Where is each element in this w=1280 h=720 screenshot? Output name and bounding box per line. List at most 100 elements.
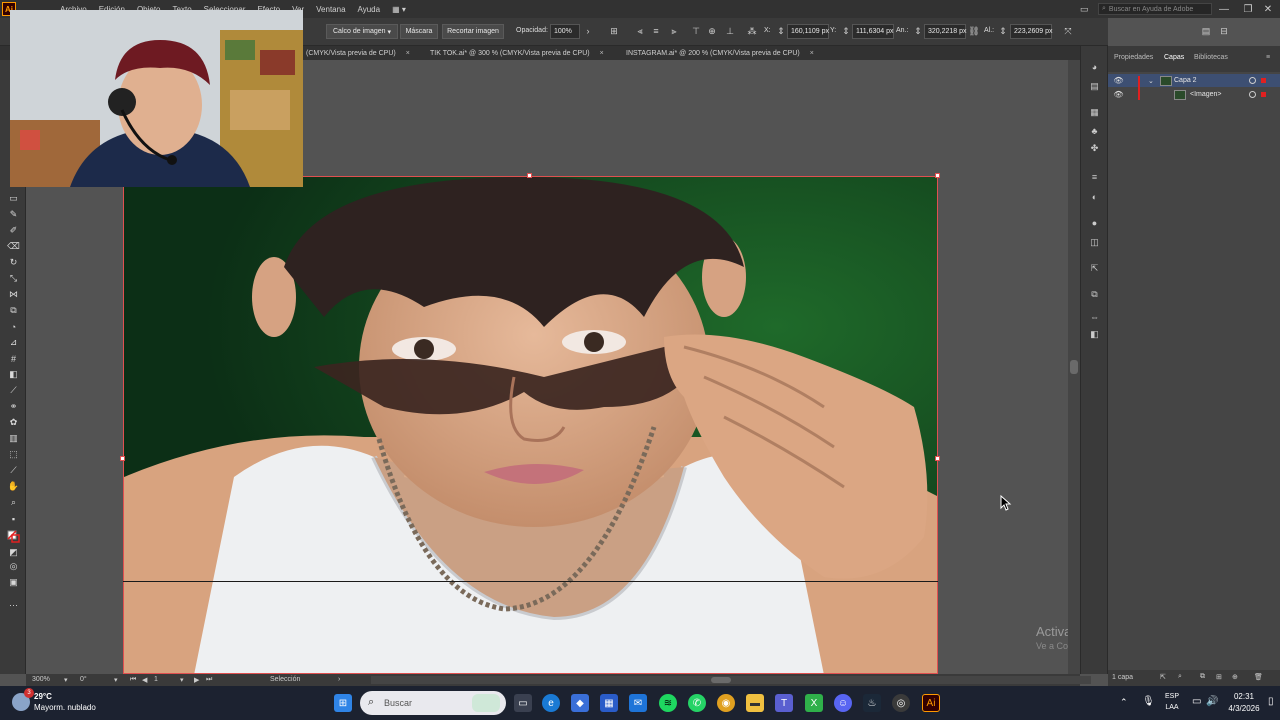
align-to-icon[interactable]: ⊞	[608, 25, 620, 37]
tab-capas[interactable]: Capas	[1164, 54, 1184, 61]
volume-icon[interactable]: 🔊	[1206, 696, 1218, 707]
artboard-dropdown-icon[interactable]: ▾	[180, 676, 184, 684]
edge-icon[interactable]: e	[542, 694, 560, 712]
height-field[interactable]: 223,2609 px	[1010, 24, 1053, 39]
graphic-styles-icon[interactable]: ◫	[1088, 236, 1101, 249]
zoom-level-field[interactable]: 300%	[32, 676, 50, 683]
align-bottom-icon[interactable]: ⊥	[724, 25, 736, 37]
transform-icon[interactable]: ⤧	[1062, 25, 1074, 37]
x-stepper-icon[interactable]: ⇕	[775, 25, 787, 37]
width-field[interactable]: 320,2218 px	[924, 24, 967, 39]
obs-icon[interactable]: ◎	[892, 694, 910, 712]
layer-name[interactable]: Capa 2	[1174, 77, 1197, 84]
brushes-icon[interactable]: ♣	[1088, 124, 1101, 137]
windows-start-icon[interactable]: ⊞	[334, 694, 352, 712]
chevron-right-icon[interactable]: ›	[582, 25, 594, 37]
symbol-sprayer-tool-icon[interactable]: ✿	[7, 416, 20, 429]
tab-bibliotecas[interactable]: Bibliotecas	[1194, 54, 1228, 61]
workspace-switcher-icon[interactable]: ▦ ▾	[386, 5, 412, 14]
horizontal-scroll-thumb[interactable]	[711, 677, 731, 683]
paintbrush-tool-icon[interactable]: ✎	[7, 208, 20, 221]
next-artboard-icon[interactable]: ▶	[194, 676, 199, 684]
taskbar-search[interactable]: ⌕ Buscar	[360, 691, 506, 715]
column-graph-tool-icon[interactable]: ▥	[7, 432, 20, 445]
opacity-field[interactable]: 100%	[550, 24, 580, 39]
placed-photo[interactable]	[124, 177, 938, 674]
sublayer-target-icon[interactable]	[1249, 91, 1256, 98]
libraries-icon[interactable]: ▦	[1088, 106, 1101, 119]
spotify-icon[interactable]: ≋	[659, 694, 677, 712]
discord-icon[interactable]: ☺	[834, 694, 852, 712]
scale-tool-icon[interactable]: ⤡	[7, 272, 20, 285]
bounding-handle-left[interactable]	[120, 456, 125, 461]
bounding-handle-right[interactable]	[935, 456, 940, 461]
rotation-dropdown-icon[interactable]: ▾	[114, 676, 118, 684]
stroke-icon[interactable]: ≡	[1088, 170, 1101, 183]
weather-widget[interactable]: 3 29°C Mayorm. nublado	[10, 688, 120, 716]
default-colors-icon[interactable]: ▪	[7, 512, 20, 525]
constrain-proportions-icon[interactable]: ⛓	[968, 25, 980, 37]
expand-layer-icon[interactable]: ⌄	[1148, 77, 1154, 85]
notifications-icon[interactable]: ▯	[1268, 696, 1274, 707]
copilot-icon[interactable]: ◆	[571, 694, 589, 712]
free-transform-tool-icon[interactable]: ⧉	[7, 304, 20, 317]
export-icon[interactable]: ⇱	[1088, 262, 1101, 275]
bounding-handle-top-right[interactable]	[935, 173, 940, 178]
slice-tool-icon[interactable]: ⟋	[7, 464, 20, 477]
hand-tool-icon[interactable]: ✋	[7, 480, 20, 493]
zoom-dropdown-icon[interactable]: ▾	[64, 676, 68, 684]
status-menu-icon[interactable]: ›	[338, 676, 340, 683]
clipping-mask-icon[interactable]: ⧉	[1200, 673, 1205, 681]
align-top-icon[interactable]: ⊤	[690, 25, 702, 37]
close-tab-icon[interactable]: ×	[600, 50, 604, 57]
fill-stroke-icon[interactable]	[7, 530, 20, 543]
close-tab-icon[interactable]: ×	[810, 50, 814, 57]
layer-row[interactable]: 👁 ⌄ Capa 2	[1108, 74, 1280, 100]
y-position-field[interactable]: 111,6304 px	[852, 24, 894, 39]
layer-target-icon[interactable]	[1249, 77, 1256, 84]
menu-ventana[interactable]: Ventana	[310, 5, 351, 14]
whatsapp-icon[interactable]: ✆	[688, 694, 706, 712]
sublayer-name[interactable]: <Imagen>	[1190, 91, 1222, 98]
sublayer-row[interactable]: 👁 <Imagen>	[1108, 88, 1280, 101]
gradient-tool-icon[interactable]: ◧	[7, 368, 20, 381]
align-center-icon[interactable]: ≡	[650, 25, 662, 37]
x-position-field[interactable]: 160,1109 px	[787, 24, 829, 39]
shaper-tool-icon[interactable]: ✐	[7, 224, 20, 237]
crop-image-button[interactable]: Recortar imagen	[442, 24, 504, 39]
minimize-button[interactable]: —	[1212, 0, 1236, 18]
close-tab-icon[interactable]: ×	[406, 50, 410, 57]
y-stepper-icon[interactable]: ⇕	[840, 25, 852, 37]
image-trace-button[interactable]: Calco de imagen ▾	[326, 24, 398, 39]
arrange-documents-icon[interactable]: ▭	[1080, 4, 1089, 15]
horizontal-scrollbar[interactable]	[371, 676, 1091, 684]
mesh-tool-icon[interactable]: #	[7, 352, 20, 365]
steam-icon[interactable]: ♨	[863, 694, 881, 712]
vertical-scroll-thumb[interactable]	[1070, 360, 1078, 374]
rotate-tool-icon[interactable]: ↻	[7, 256, 20, 269]
rotation-field[interactable]: 0°	[80, 676, 87, 683]
mask-button[interactable]: Máscara	[400, 24, 438, 39]
collapse-panel-icon[interactable]: ⇔	[1088, 310, 1101, 323]
draw-mode-icon[interactable]: ◎	[7, 560, 20, 573]
perspective-grid-tool-icon[interactable]: ⊿	[7, 336, 20, 349]
color-mode-icon[interactable]: ◩	[7, 546, 20, 559]
excel-icon[interactable]: X	[805, 694, 823, 712]
last-artboard-icon[interactable]: ⏭	[206, 676, 212, 684]
outlook-icon[interactable]: ✉	[629, 694, 647, 712]
sublayer-selection-indicator[interactable]	[1261, 92, 1266, 97]
panel-options-icon[interactable]: ≡	[1266, 54, 1270, 61]
tab-propiedades[interactable]: Propiedades	[1114, 54, 1153, 61]
tab-instagram[interactable]: INSTAGRAM.ai* @ 200 % (CMYK/Vista previa…	[626, 46, 814, 60]
height-stepper-icon[interactable]: ⇕	[997, 25, 1009, 37]
transparency-icon[interactable]: ◧	[1088, 328, 1101, 341]
visibility-eye-icon[interactable]: 👁	[1113, 90, 1123, 99]
align-middle-icon[interactable]: ⊕	[706, 25, 718, 37]
eyedropper-tool-icon[interactable]: ⟋	[7, 384, 20, 397]
align-right-icon[interactable]: ⫸	[668, 25, 680, 37]
artboard-image[interactable]	[123, 176, 938, 674]
network-icon[interactable]: ▭	[1192, 696, 1201, 707]
locate-object-icon[interactable]: ⌕	[1178, 673, 1182, 681]
document-info-icon[interactable]: ▤	[1088, 80, 1101, 93]
width-tool-icon[interactable]: ⋈	[7, 288, 20, 301]
